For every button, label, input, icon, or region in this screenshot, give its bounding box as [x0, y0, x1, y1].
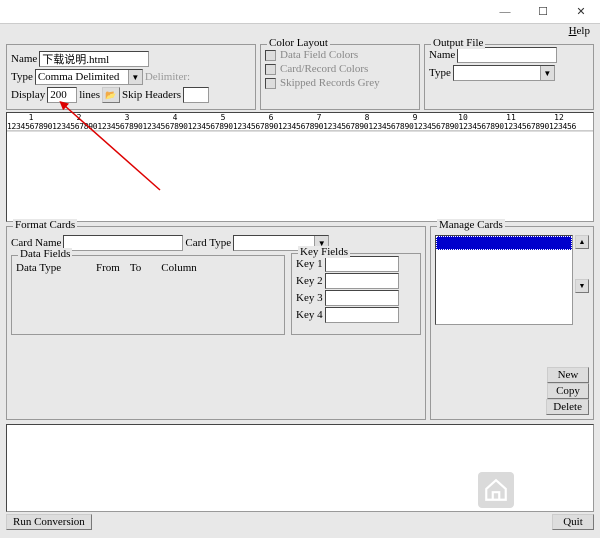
checkbox-icon: [265, 50, 276, 61]
watermark-main: 系统之家: [520, 475, 594, 495]
delete-button[interactable]: Delete: [546, 399, 589, 415]
key1-label: Key 1: [296, 258, 323, 270]
selected-card[interactable]: [436, 236, 572, 250]
output-file-panel: Output File Name Type ▼: [424, 44, 594, 110]
type-combo[interactable]: ▼: [35, 69, 143, 85]
label: Data Field Colors: [280, 49, 358, 61]
skip-headers-label: Skip Headers: [122, 89, 181, 101]
house-icon: [478, 472, 514, 508]
color-opt-skipped[interactable]: Skipped Records Grey: [265, 77, 415, 89]
close-button[interactable]: ✕: [562, 0, 600, 24]
format-cards-panel: Format Cards Card Name Card Type ▼ Data …: [6, 226, 426, 420]
delimiter-label: Delimiter:: [145, 71, 190, 83]
copy-button[interactable]: Copy: [547, 383, 589, 399]
color-opt-card[interactable]: Card/Record Colors: [265, 63, 415, 75]
move-up-icon[interactable]: ▲: [575, 235, 589, 249]
main-content: Name Type ▼ Delimiter: Display lines 📂 S…: [0, 42, 600, 514]
data-fields-title: Data Fields: [18, 248, 72, 260]
type-label: Type: [11, 71, 33, 83]
key2-input[interactable]: [325, 273, 399, 289]
dropdown-icon[interactable]: ▼: [128, 70, 142, 84]
col-data-type: Data Type: [16, 262, 86, 274]
key3-label: Key 3: [296, 292, 323, 304]
titlebar: — ☐ ✕: [0, 0, 600, 24]
cards-list[interactable]: [435, 235, 573, 325]
col-from: From: [96, 262, 120, 274]
manage-cards-title: Manage Cards: [437, 219, 505, 231]
ruler: 123456789101112 123456789012345678901234…: [7, 113, 593, 131]
display-input[interactable]: [47, 87, 77, 103]
color-opt-datafield[interactable]: Data Field Colors: [265, 49, 415, 61]
key-fields-title: Key Fields: [298, 246, 350, 258]
dropdown-icon[interactable]: ▼: [540, 66, 554, 80]
color-layout-panel: Color Layout Data Field Colors Card/Reco…: [260, 44, 420, 110]
key-fields-box: Key Fields Key 1 Key 2 Key 3 Key 4: [291, 253, 421, 335]
col-to: To: [130, 262, 141, 274]
ruler-ticks: 1234567890123456789012345678901234567890…: [7, 122, 576, 131]
minimize-button[interactable]: —: [486, 0, 524, 24]
checkbox-icon: [265, 78, 276, 89]
data-preview: 123456789101112 123456789012345678901234…: [6, 112, 594, 222]
maximize-button[interactable]: ☐: [524, 0, 562, 24]
key2-label: Key 2: [296, 275, 323, 287]
data-fields-box: Data Fields Data Type From To Column: [11, 255, 285, 335]
footer: Run Conversion Quit: [0, 510, 600, 534]
new-button[interactable]: New: [547, 367, 589, 383]
name-label: Name: [11, 53, 37, 65]
out-type-combo[interactable]: ▼: [453, 65, 555, 81]
out-name-input[interactable]: [457, 47, 557, 63]
out-type-label: Type: [429, 67, 451, 79]
format-cards-title: Format Cards: [13, 219, 77, 231]
card-type-label: Card Type: [185, 237, 231, 249]
output-file-title: Output File: [431, 37, 485, 49]
color-layout-title: Color Layout: [267, 37, 330, 49]
display-label: Display: [11, 89, 45, 101]
out-type-input[interactable]: [454, 66, 540, 80]
key4-input[interactable]: [325, 307, 399, 323]
key3-input[interactable]: [325, 290, 399, 306]
lines-label: lines: [79, 89, 100, 101]
type-combo-input[interactable]: [36, 70, 128, 84]
key1-input[interactable]: [325, 256, 399, 272]
card-name-input[interactable]: [63, 235, 183, 251]
input-panel: Name Type ▼ Delimiter: Display lines 📂 S…: [6, 44, 256, 110]
name-input[interactable]: [39, 51, 149, 67]
label: Card/Record Colors: [280, 63, 368, 75]
watermark-sub: XITONGZHIJIA: [520, 495, 594, 505]
col-column: Column: [161, 262, 196, 274]
move-down-icon[interactable]: ▼: [575, 279, 589, 293]
key4-label: Key 4: [296, 309, 323, 321]
menu-help[interactable]: Help: [565, 24, 594, 42]
manage-cards-panel: Manage Cards ▲ ▼ New Copy Delete: [430, 226, 594, 420]
run-conversion-button[interactable]: Run Conversion: [6, 514, 92, 530]
label: Skipped Records Grey: [280, 77, 380, 89]
preview-body[interactable]: [7, 131, 593, 219]
quit-button[interactable]: Quit: [552, 514, 594, 530]
open-file-icon[interactable]: 📂: [102, 87, 120, 103]
checkbox-icon: [265, 64, 276, 75]
skip-headers-input[interactable]: [183, 87, 209, 103]
watermark: 系统之家 XITONGZHIJIA: [478, 472, 594, 508]
out-name-label: Name: [429, 49, 455, 61]
